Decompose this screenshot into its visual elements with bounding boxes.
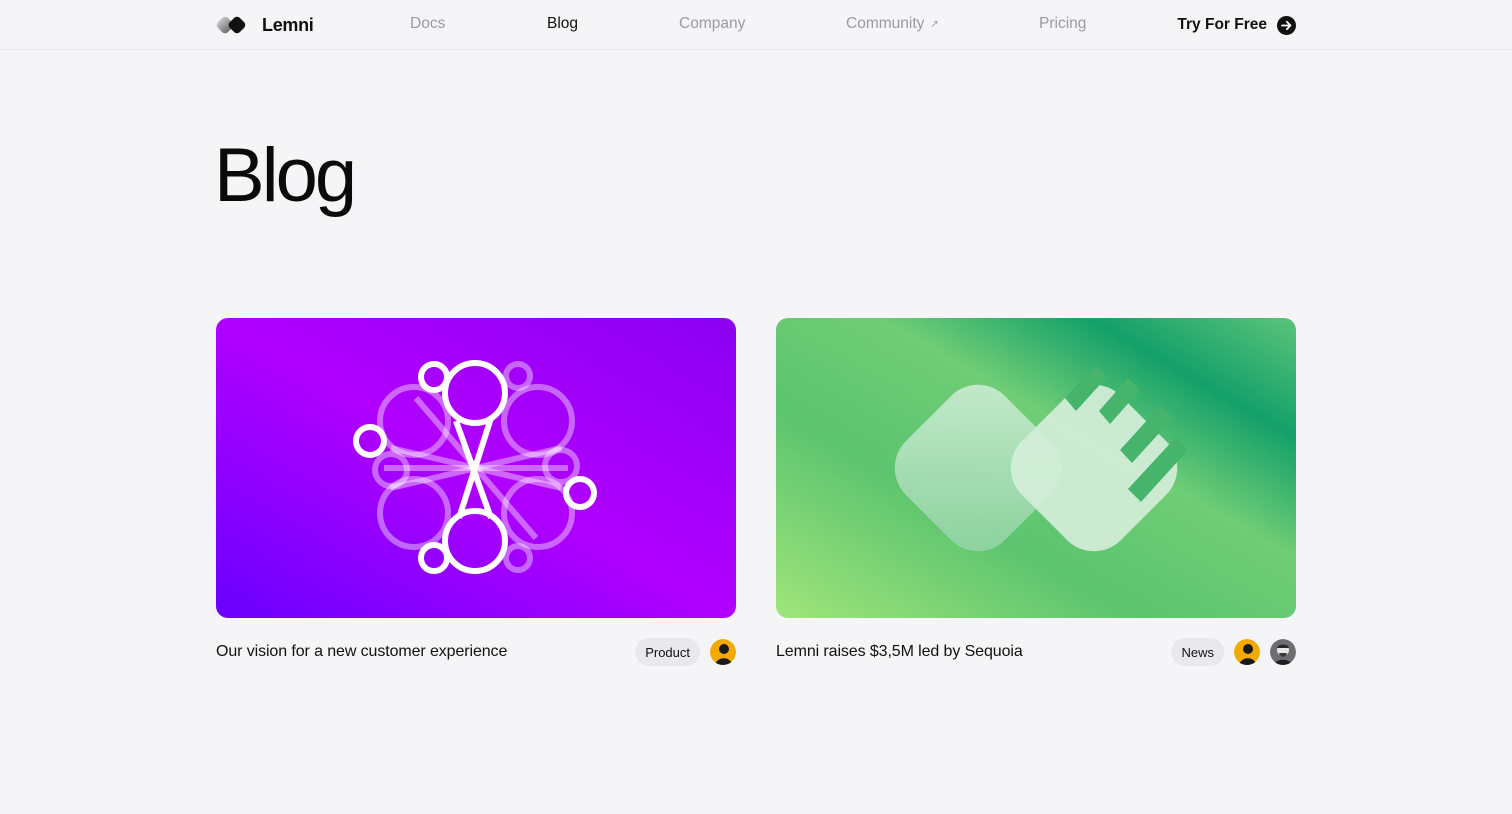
nav-link-label: Pricing — [1039, 15, 1087, 32]
nav-link-company[interactable]: Company — [679, 15, 745, 33]
post-meta: Our vision for a new customer experience… — [216, 632, 736, 672]
brand-home-link[interactable]: Lemni — [216, 13, 314, 37]
lemni-logo-icon — [216, 16, 246, 34]
brand-name: Lemni — [262, 14, 314, 35]
nav-link-label: Blog — [547, 15, 579, 32]
arrow-right-circle-icon — [1277, 15, 1296, 35]
post-title[interactable]: Our vision for a new customer experience — [216, 643, 507, 661]
nav-link-community[interactable]: Community ↗ — [846, 15, 939, 33]
post-cover-image[interactable] — [776, 318, 1296, 618]
nav-link-label: Company — [679, 15, 746, 32]
post-tag[interactable]: Product — [635, 638, 700, 666]
post-meta: Lemni raises $3,5M led by Sequoia News — [776, 632, 1296, 672]
page-title: Blog — [214, 133, 357, 218]
nav-link-label: Community — [846, 15, 925, 32]
post-cover-image[interactable] — [216, 318, 736, 618]
post-meta-right: News — [1171, 638, 1296, 666]
blog-post-card[interactable]: Lemni raises $3,5M led by Sequoia News — [776, 318, 1296, 672]
author-avatar — [1234, 639, 1260, 665]
nav-link-docs[interactable]: Docs — [410, 15, 445, 33]
lemni-logo-illustration — [776, 318, 1296, 618]
post-tag[interactable]: News — [1171, 638, 1224, 666]
post-meta-right: Product — [635, 638, 736, 666]
blog-post-card[interactable]: Our vision for a new customer experience… — [216, 318, 736, 672]
author-avatar — [710, 639, 736, 665]
post-title[interactable]: Lemni raises $3,5M led by Sequoia — [776, 643, 1023, 661]
nav-link-blog[interactable]: Blog — [547, 15, 578, 33]
top-nav: Lemni Docs Blog Company Community ↗ Pric… — [0, 0, 1512, 50]
cta-label: Try For Free — [1177, 16, 1267, 33]
external-arrow-icon: ↗ — [930, 18, 939, 30]
nav-link-pricing[interactable]: Pricing — [1039, 15, 1086, 33]
author-avatar — [1270, 639, 1296, 665]
network-graph-illustration — [216, 318, 736, 618]
nav-link-label: Docs — [410, 15, 446, 32]
try-for-free-button[interactable]: Try For Free — [1177, 13, 1296, 37]
